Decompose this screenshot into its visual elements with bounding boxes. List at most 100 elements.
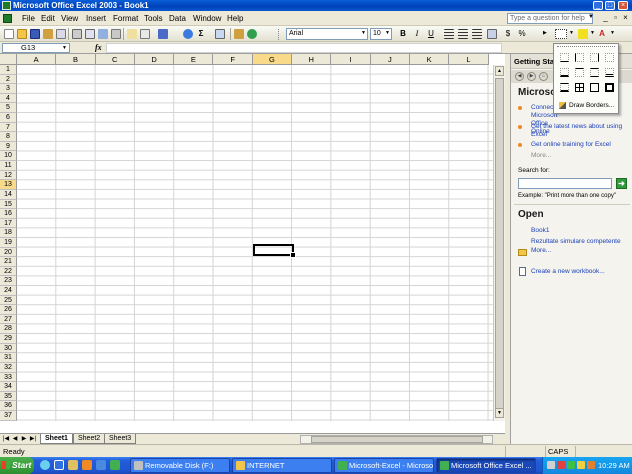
row-header[interactable]: 35	[0, 391, 17, 402]
column-header[interactable]: F	[213, 54, 253, 65]
column-header[interactable]: I	[331, 54, 371, 65]
tray-network-icon[interactable]	[567, 461, 575, 469]
toolbar-options-icon[interactable]: ▶	[543, 30, 547, 36]
fill-color-icon[interactable]	[578, 29, 588, 39]
menu-drag-grip[interactable]	[557, 46, 615, 48]
all-borders-icon[interactable]	[575, 83, 584, 92]
menu-edit[interactable]: Edit	[41, 14, 55, 23]
taskbar-excel-active[interactable]: Microsoft Office Excel ...	[436, 458, 536, 473]
column-header[interactable]: B	[56, 54, 96, 65]
row-header[interactable]: 32	[0, 362, 17, 373]
recent-file-rezultate[interactable]: Rezultate simulare competente	[531, 238, 621, 245]
menu-format[interactable]: Format	[113, 14, 138, 23]
row-header[interactable]: 36	[0, 401, 17, 411]
row-header[interactable]: 37	[0, 410, 17, 421]
menu-help[interactable]: Help	[227, 14, 243, 23]
doc-restore-button[interactable]: ▫	[611, 13, 620, 22]
toolbar-grip[interactable]	[278, 29, 280, 40]
close-button[interactable]: ×	[618, 1, 628, 10]
row-header[interactable]: 25	[0, 295, 17, 306]
maximize-button[interactable]: □	[605, 1, 615, 10]
taskbar-removable-disk[interactable]: Removable Disk (F:)	[130, 458, 230, 473]
more-link[interactable]: More...	[531, 152, 551, 159]
borders-icon[interactable]	[555, 29, 567, 39]
row-header[interactable]: 31	[0, 353, 17, 363]
row-header[interactable]: 23	[0, 276, 17, 287]
sheet-tab-sheet3[interactable]: Sheet3	[104, 434, 137, 444]
row-header[interactable]: 10	[0, 151, 17, 162]
search-input[interactable]	[518, 178, 612, 189]
excel-quicklaunch-icon[interactable]	[110, 460, 120, 470]
row-header[interactable]: 14	[0, 189, 17, 200]
spelling-icon[interactable]	[98, 29, 108, 39]
app-quicklaunch-icon[interactable]	[82, 460, 92, 470]
help-search-input[interactable]: Type a question for help	[507, 13, 593, 24]
last-sheet-icon[interactable]: ▶|	[29, 435, 37, 443]
row-header[interactable]: 21	[0, 257, 17, 267]
chart-wizard-icon[interactable]	[234, 29, 244, 39]
row-header[interactable]: 27	[0, 314, 17, 325]
row-header[interactable]: 29	[0, 334, 17, 344]
bottom-border-icon[interactable]	[560, 53, 569, 62]
row-header[interactable]: 5	[0, 103, 17, 114]
font-color-icon[interactable]: A	[597, 29, 607, 39]
horizontal-scrollbar[interactable]	[300, 435, 493, 444]
tray-arrow-icon[interactable]	[547, 461, 555, 469]
column-header[interactable]: D	[134, 54, 175, 65]
font-dropdown-icon[interactable]: ▼	[361, 30, 366, 36]
row-header[interactable]: 7	[0, 122, 17, 133]
row-header[interactable]: 16	[0, 209, 17, 219]
minimize-button[interactable]: _	[593, 1, 603, 10]
row-header[interactable]: 26	[0, 305, 17, 315]
menu-insert[interactable]: Insert	[86, 14, 106, 23]
taskbar-excel-window[interactable]: Microsoft-Excel - Microso...	[334, 458, 434, 473]
row-header[interactable]: 30	[0, 343, 17, 354]
borders-dropdown-icon[interactable]: ▼	[569, 30, 574, 36]
next-sheet-icon[interactable]: ▶	[20, 435, 28, 443]
formula-input[interactable]	[106, 43, 502, 53]
sort-ascending-icon[interactable]	[215, 29, 225, 39]
font-size-dropdown-icon[interactable]: ▼	[385, 30, 390, 36]
cell-area[interactable]	[17, 65, 493, 421]
open-icon[interactable]	[17, 29, 27, 39]
row-header[interactable]: 9	[0, 141, 17, 152]
email-icon[interactable]	[56, 29, 66, 39]
menu-tools[interactable]: Tools	[144, 14, 163, 23]
paste-icon[interactable]	[140, 29, 150, 39]
vertical-scroll-thumb[interactable]	[495, 78, 504, 418]
top-thick-bottom-border-icon[interactable]	[560, 83, 569, 92]
top-border-icon[interactable]	[575, 68, 584, 77]
start-button[interactable]: Start	[0, 457, 34, 474]
media-quicklaunch-icon[interactable]	[68, 460, 78, 470]
column-header-active[interactable]: G	[252, 54, 293, 65]
latest-news-link[interactable]: Get the latest news about using Excel	[531, 123, 629, 139]
sheet-tab-sheet2[interactable]: Sheet2	[73, 434, 106, 444]
align-center-icon[interactable]	[458, 29, 468, 39]
online-training-link[interactable]: Get online training for Excel	[531, 141, 629, 149]
hyperlink-icon[interactable]	[183, 29, 193, 39]
undo-icon[interactable]	[158, 29, 168, 39]
row-header[interactable]: 34	[0, 382, 17, 392]
row-header[interactable]: 17	[0, 218, 17, 229]
row-header[interactable]: 19	[0, 237, 17, 248]
open-more-link[interactable]: More...	[531, 247, 551, 254]
help-icon[interactable]	[247, 29, 257, 39]
column-header[interactable]: K	[409, 54, 450, 65]
print-preview-icon[interactable]	[85, 29, 95, 39]
menu-window[interactable]: Window	[193, 14, 221, 23]
italic-button[interactable]: I	[412, 29, 422, 39]
menu-view[interactable]: View	[61, 14, 78, 23]
save-icon[interactable]	[30, 29, 40, 39]
doc-close-button[interactable]: ×	[621, 13, 630, 22]
underline-button[interactable]: U	[426, 29, 436, 39]
column-header[interactable]: A	[17, 54, 57, 65]
align-right-icon[interactable]	[472, 29, 482, 39]
ie-alt-quicklaunch-icon[interactable]	[54, 460, 64, 470]
research-icon[interactable]	[111, 29, 121, 39]
new-icon[interactable]	[4, 29, 14, 39]
row-header[interactable]: 3	[0, 84, 17, 94]
row-header[interactable]: 18	[0, 228, 17, 238]
taskbar-internet-folder[interactable]: INTERNET	[232, 458, 332, 473]
create-workbook-link[interactable]: Create a new workbook...	[531, 268, 605, 275]
horizontal-scroll-thumb[interactable]	[311, 436, 483, 443]
